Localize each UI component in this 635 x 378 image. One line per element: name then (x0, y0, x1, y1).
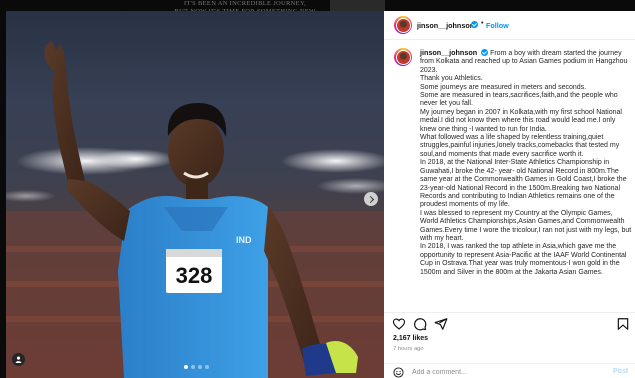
action-bar (384, 312, 635, 334)
caption-line: I was blessed to represent my Country at… (420, 209, 632, 242)
caption-line: In 2018, at the National Inter-State Ath… (420, 159, 627, 209)
comment-input[interactable] (412, 367, 592, 377)
user-icon (15, 356, 22, 363)
carousel-dots (184, 365, 209, 369)
author-username[interactable]: jinson__johnson (417, 21, 474, 30)
caption-line: Some are measured in tears,sacrifices,fa… (420, 92, 618, 108)
caption-line: In 2018, I was ranked the top athlete in… (420, 243, 627, 276)
caption-avatar[interactable] (394, 48, 412, 66)
jersey-country-code: IND (236, 235, 252, 245)
follow-button[interactable]: Follow (486, 21, 509, 30)
comment-icon[interactable] (413, 317, 427, 331)
post-caption: jinson__johnson From a boy with dream st… (420, 48, 632, 277)
next-photo-button[interactable] (364, 192, 378, 206)
comment-composer: Post (384, 363, 635, 378)
post-details-panel: jinson__johnson • Follow jinson__johnson… (384, 11, 635, 378)
backdrop-line-1: IT'S BEEN AN INCREDIBLE JOURNEY, (183, 0, 307, 7)
caption-username[interactable]: jinson__johnson (420, 48, 477, 57)
verified-badge-icon (481, 49, 489, 56)
share-icon[interactable] (434, 317, 448, 331)
caption-line: Thank you Athletics. (420, 75, 483, 83)
caption-line: Some journeys are measured in meters and… (420, 83, 587, 91)
verified-badge-icon (471, 21, 478, 28)
carousel-dot[interactable] (205, 365, 209, 369)
tagged-users-button[interactable] (12, 353, 25, 366)
post-timestamp[interactable]: 7 hours ago (393, 346, 424, 352)
carousel-dot[interactable] (191, 365, 195, 369)
avatar[interactable] (394, 16, 412, 34)
caption-scroll-area[interactable]: jinson__johnson From a boy with dream st… (384, 40, 635, 312)
post-header: jinson__johnson • Follow (384, 11, 635, 40)
separator-dot: • (481, 20, 484, 27)
athlete-photo-illustration: 328 IND (6, 41, 384, 378)
caption-line: What followed was a life shaped by relen… (420, 134, 620, 158)
post-photo[interactable]: 328 IND (6, 11, 384, 378)
carousel-dot[interactable] (184, 365, 188, 369)
heart-icon[interactable] (392, 317, 406, 331)
bookmark-icon[interactable] (616, 317, 630, 331)
carousel-dot[interactable] (198, 365, 202, 369)
caption-line: My journey began in 2007 in Kolkata,with… (420, 108, 622, 133)
backdrop-thumbnail (330, 0, 385, 11)
post-comment-button[interactable]: Post (613, 368, 628, 375)
like-count[interactable]: 2,167 likes (393, 335, 428, 342)
emoji-icon[interactable] (393, 367, 404, 378)
bib-number: 328 (176, 263, 213, 288)
